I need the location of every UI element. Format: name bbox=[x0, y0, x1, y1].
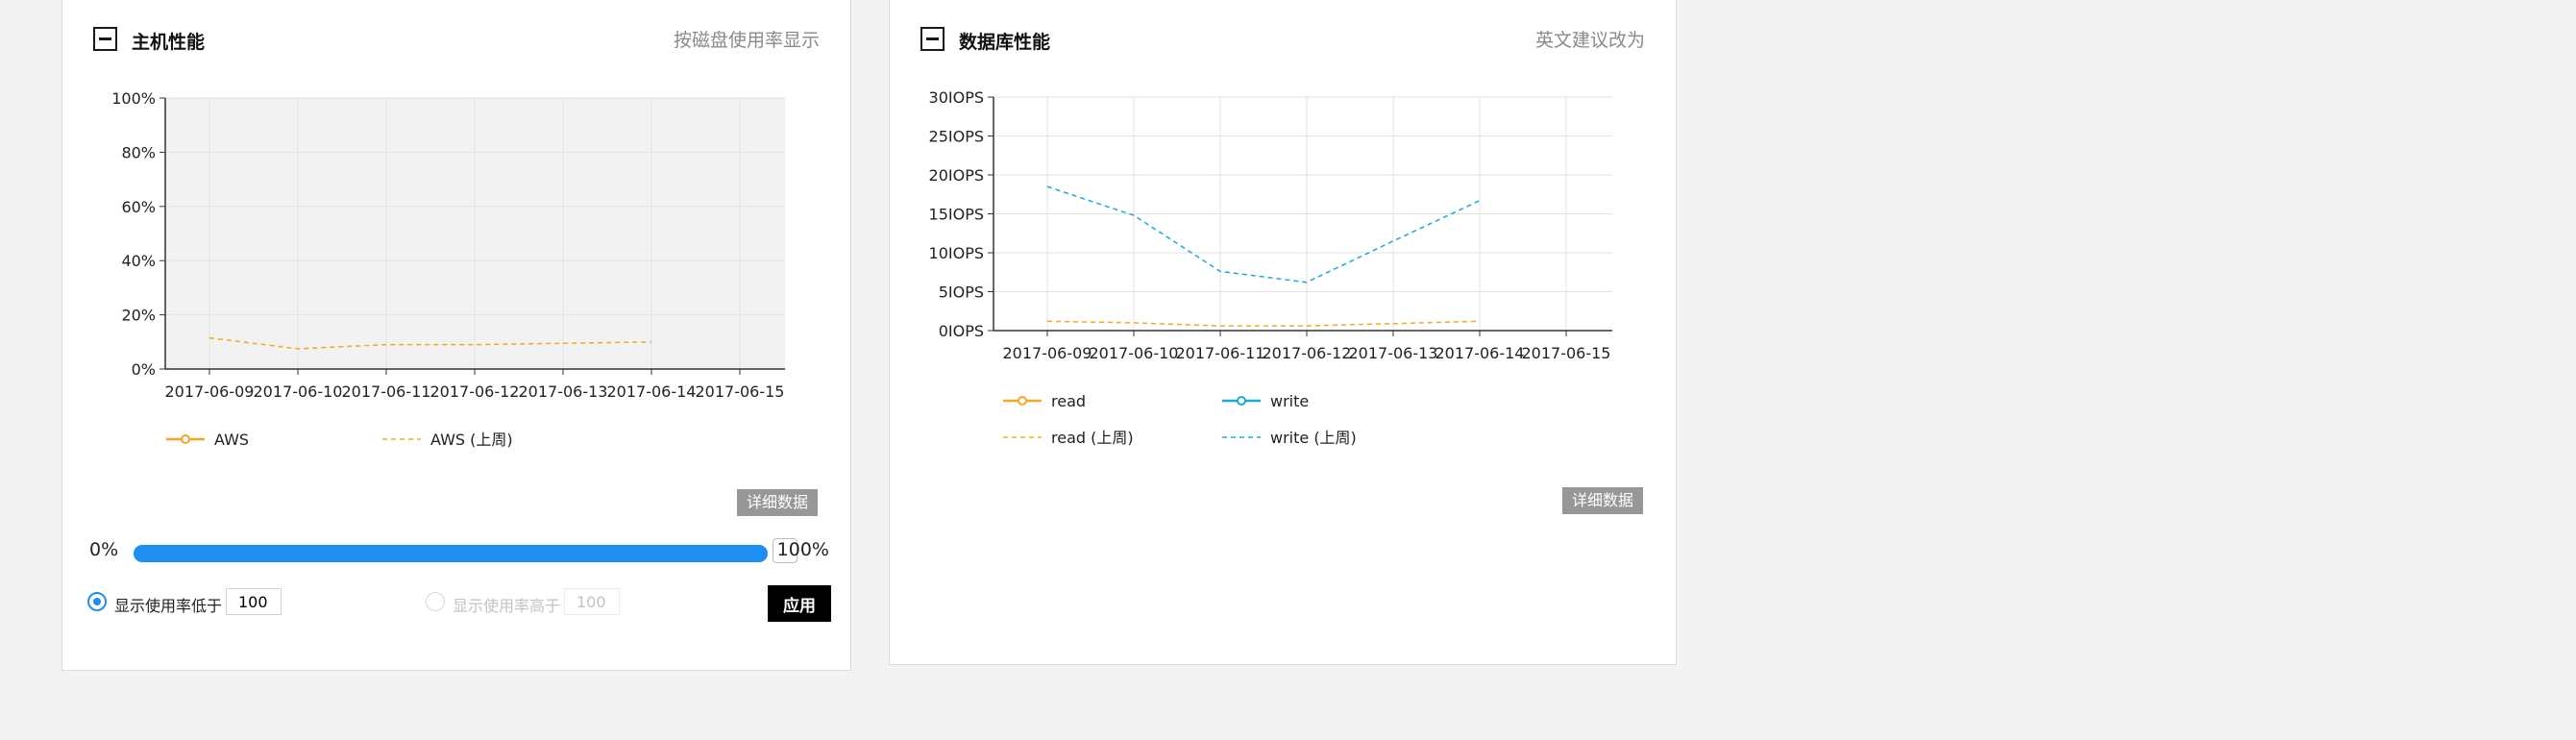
y-tick-label: 0% bbox=[132, 360, 156, 379]
y-tick-label: 15IOPS bbox=[929, 206, 984, 224]
legend-marker-icon bbox=[1018, 396, 1027, 406]
range-track[interactable] bbox=[134, 545, 768, 562]
y-tick-label: 5IOPS bbox=[939, 284, 984, 302]
usage-filter-row: 显示使用率低于 显示使用率高于 应用 bbox=[87, 585, 831, 624]
detail-data-button[interactable]: 详细数据 bbox=[1562, 487, 1644, 514]
legend-label: write bbox=[1270, 392, 1309, 410]
legend-label: read bbox=[1051, 392, 1086, 410]
x-tick-label: 2017-06-15 bbox=[1522, 344, 1611, 362]
series-line-2 bbox=[1046, 320, 1481, 327]
y-tick-label: 60% bbox=[121, 198, 156, 216]
series-line-3 bbox=[1046, 185, 1481, 284]
legend-marker-icon bbox=[1237, 396, 1246, 406]
x-tick-label: 2017-06-13 bbox=[1349, 344, 1438, 362]
legend-label: read (上周) bbox=[1051, 429, 1134, 447]
filter-above-input[interactable] bbox=[564, 588, 620, 615]
filter-below-input[interactable] bbox=[226, 588, 282, 615]
y-tick-label: 20% bbox=[121, 307, 156, 325]
legend-label: AWS bbox=[214, 431, 249, 449]
y-tick-label: 20IOPS bbox=[929, 166, 984, 185]
legend-label: AWS (上周) bbox=[430, 431, 513, 449]
filter-above-radio[interactable] bbox=[426, 592, 445, 611]
x-tick-label: 2017-06-10 bbox=[1090, 344, 1179, 362]
database-performance-panel: 数据库性能 英文建议改为 0IOPS 5IOPS 10IOPS 15IOPS 20IOP… bbox=[889, 0, 1677, 665]
y-tick-label: 30IOPS bbox=[929, 88, 984, 107]
db-iops-chart: 0IOPS 5IOPS 10IOPS 15IOPS 20IOPS 25IOPS 30IOPS… bbox=[929, 88, 1612, 447]
filter-below-radio[interactable] bbox=[87, 592, 107, 611]
x-tick-label: 2017-06-11 bbox=[1176, 344, 1265, 362]
y-tick-label: 25IOPS bbox=[929, 128, 984, 146]
x-tick-label: 2017-06-13 bbox=[519, 382, 608, 401]
y-tick-label: 0IOPS bbox=[939, 322, 984, 340]
y-tick-label: 100% bbox=[111, 89, 156, 108]
x-tick-label: 2017-06-09 bbox=[1003, 344, 1092, 362]
y-tick-label: 10IOPS bbox=[929, 244, 984, 262]
x-tick-label: 2017-06-10 bbox=[254, 382, 343, 401]
x-tick-label: 2017-06-12 bbox=[430, 382, 520, 401]
filter-above-label: 显示使用率高于 bbox=[453, 597, 561, 615]
y-tick-label: 40% bbox=[121, 252, 156, 270]
host-usage-chart: 0%20%40%60%80%100%2017-06-09 2017-06-10 20… bbox=[111, 89, 785, 449]
x-tick-label: 2017-06-09 bbox=[165, 382, 255, 401]
x-tick-label: 2017-06-15 bbox=[696, 382, 785, 401]
x-tick-label: 2017-06-14 bbox=[1435, 344, 1525, 362]
legend-marker-icon bbox=[181, 434, 190, 444]
range-min-label: 0% bbox=[89, 539, 119, 560]
filter-below-label: 显示使用率低于 bbox=[114, 597, 223, 615]
apply-button[interactable]: 应用 bbox=[768, 585, 831, 622]
x-tick-label: 2017-06-14 bbox=[607, 382, 697, 401]
usage-range-slider: 0% 100% bbox=[89, 535, 829, 568]
host-performance-panel: 主机性能 按磁盘使用率显示 0% 20% 40% 60% 80% 100% 2017-06-… bbox=[61, 0, 851, 671]
legend-label: write (上周) bbox=[1270, 429, 1357, 447]
range-max-label: 100% bbox=[776, 539, 829, 560]
x-tick-label: 2017-06-12 bbox=[1263, 344, 1352, 362]
x-tick-label: 2017-06-11 bbox=[342, 382, 431, 401]
detail-data-button[interactable]: 详细数据 bbox=[737, 489, 819, 516]
y-tick-label: 80% bbox=[121, 143, 156, 161]
